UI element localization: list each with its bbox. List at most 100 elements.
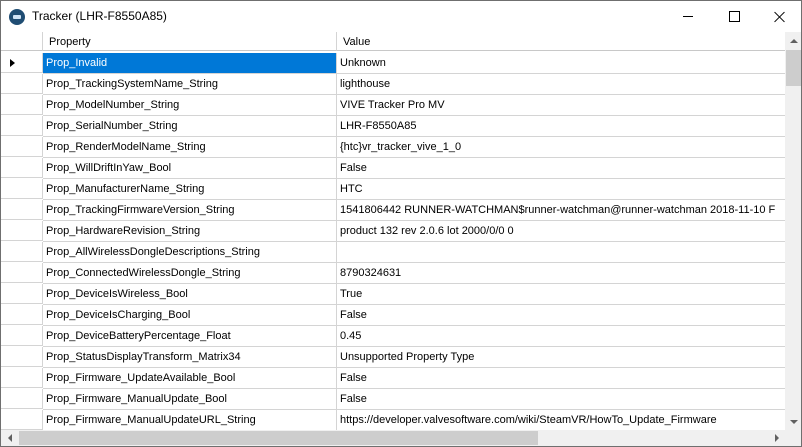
property-cell[interactable]: Prop_RenderModelName_String — [43, 137, 337, 158]
property-cell[interactable]: Prop_DeviceIsWireless_Bool — [43, 284, 337, 305]
property-cell[interactable]: Prop_Firmware_ManualUpdate_Bool — [43, 389, 337, 410]
scroll-left-button[interactable] — [1, 430, 18, 446]
value-cell[interactable]: False — [337, 158, 785, 179]
table-row[interactable]: Prop_ManufacturerName_String HTC — [1, 179, 785, 200]
scroll-up-button[interactable] — [785, 32, 801, 49]
table-row[interactable]: Prop_Firmware_ManualUpdate_Bool False — [1, 389, 785, 410]
table-row[interactable]: Prop_DeviceIsCharging_Bool False — [1, 305, 785, 326]
row-header[interactable] — [1, 116, 43, 136]
table-row[interactable]: Prop_Invalid Unknown — [1, 53, 785, 74]
table-row[interactable]: Prop_SerialNumber_String LHR-F8550A85 — [1, 116, 785, 137]
property-cell[interactable]: Prop_DeviceBatteryPercentage_Float — [43, 326, 337, 347]
row-header[interactable] — [1, 158, 43, 178]
value-cell[interactable]: HTC — [337, 179, 785, 200]
vertical-scrollbar[interactable] — [785, 32, 801, 430]
property-cell[interactable]: Prop_ManufacturerName_String — [43, 179, 337, 200]
property-cell[interactable]: Prop_SerialNumber_String — [43, 116, 337, 137]
scroll-down-button[interactable] — [785, 413, 801, 430]
property-cell[interactable]: Prop_Invalid — [43, 53, 337, 74]
minimize-button[interactable] — [665, 1, 711, 32]
property-cell[interactable]: Prop_TrackingSystemName_String — [43, 74, 337, 95]
value-cell[interactable]: LHR-F8550A85 — [337, 116, 785, 137]
value-cell[interactable]: Unsupported Property Type — [337, 347, 785, 368]
value-cell[interactable]: False — [337, 305, 785, 326]
table-row[interactable]: Prop_TrackingFirmwareVersion_String 15418… — [1, 200, 785, 221]
row-header[interactable] — [1, 53, 43, 73]
column-header-property[interactable]: Property — [43, 32, 337, 51]
close-button[interactable] — [757, 1, 801, 32]
value-cell[interactable]: https://developer.valvesoftware.com/wiki… — [337, 410, 785, 430]
table-row[interactable]: Prop_RenderModelName_String {htc}vr_track… — [1, 137, 785, 158]
property-cell[interactable]: Prop_HardwareRevision_String — [43, 221, 337, 242]
scroll-down-arrow-icon — [789, 419, 798, 424]
property-cell[interactable]: Prop_Firmware_UpdateAvailable_Bool — [43, 368, 337, 389]
property-cell[interactable]: Prop_Firmware_ManualUpdateURL_String — [43, 410, 337, 430]
column-header-value[interactable]: Value — [337, 32, 785, 51]
title-bar[interactable]: Tracker (LHR-F8550A85) — [1, 1, 801, 32]
value-cell[interactable] — [337, 242, 785, 263]
table-row[interactable]: Prop_TrackingSystemName_String lighthouse — [1, 74, 785, 95]
tracker-window: Tracker (LHR-F8550A85) Property Value Pr… — [0, 0, 802, 447]
property-grid[interactable]: Property Value Prop_Invalid Unknown Prop_T… — [1, 32, 785, 430]
row-header[interactable] — [1, 179, 43, 199]
value-cell[interactable]: VIVE Tracker Pro MV — [337, 95, 785, 116]
window-title: Tracker (LHR-F8550A85) — [32, 9, 167, 23]
table-row[interactable]: Prop_WillDriftInYaw_Bool False — [1, 158, 785, 179]
table-row[interactable]: Prop_HardwareRevision_String product 132 … — [1, 221, 785, 242]
maximize-button[interactable] — [711, 1, 757, 32]
row-header[interactable] — [1, 242, 43, 262]
property-cell[interactable]: Prop_DeviceIsCharging_Bool — [43, 305, 337, 326]
property-cell[interactable]: Prop_ModelNumber_String — [43, 95, 337, 116]
value-cell[interactable]: 1541806442 RUNNER-WATCHMAN$runner-watchm… — [337, 200, 785, 221]
value-cell[interactable]: True — [337, 284, 785, 305]
size-grip[interactable] — [785, 430, 801, 446]
value-cell[interactable]: 8790324631 — [337, 263, 785, 284]
table-row[interactable]: Prop_AllWirelessDongleDescriptions_Strin… — [1, 242, 785, 263]
vertical-scroll-thumb[interactable] — [786, 50, 801, 86]
scroll-right-button[interactable] — [768, 430, 785, 446]
row-header[interactable] — [1, 326, 43, 346]
table-row[interactable]: Prop_DeviceIsWireless_Bool True — [1, 284, 785, 305]
value-cell[interactable]: Unknown — [337, 53, 785, 74]
table-row[interactable]: Prop_ConnectedWirelessDongle_String 87903… — [1, 263, 785, 284]
table-row[interactable]: Prop_Firmware_ManualUpdateURL_String http… — [1, 410, 785, 430]
horizontal-scrollbar[interactable] — [1, 430, 785, 446]
minimize-icon — [683, 16, 693, 17]
row-header[interactable] — [1, 200, 43, 220]
property-cell[interactable]: Prop_TrackingFirmwareVersion_String — [43, 200, 337, 221]
value-cell[interactable]: lighthouse — [337, 74, 785, 95]
row-header[interactable] — [1, 263, 43, 283]
table-row[interactable]: Prop_StatusDisplayTransform_Matrix34 Unsu… — [1, 347, 785, 368]
maximize-icon — [728, 11, 740, 22]
value-cell[interactable]: product 132 rev 2.0.6 lot 2000/0/0 0 — [337, 221, 785, 242]
value-cell[interactable]: {htc}vr_tracker_vive_1_0 — [337, 137, 785, 158]
row-header[interactable] — [1, 95, 43, 115]
scroll-left-arrow-icon — [7, 434, 12, 442]
row-header[interactable] — [1, 389, 43, 409]
row-header[interactable] — [1, 347, 43, 367]
scroll-up-arrow-icon — [789, 38, 798, 43]
tracker-app-icon — [9, 9, 25, 25]
row-header[interactable] — [1, 284, 43, 304]
property-cell[interactable]: Prop_AllWirelessDongleDescriptions_Strin… — [43, 242, 337, 263]
value-cell[interactable]: 0.45 — [337, 326, 785, 347]
row-header[interactable] — [1, 74, 43, 94]
value-cell[interactable]: False — [337, 389, 785, 410]
horizontal-scroll-thumb[interactable] — [19, 431, 538, 445]
row-header[interactable] — [1, 305, 43, 325]
value-cell[interactable]: False — [337, 368, 785, 389]
property-cell[interactable]: Prop_WillDriftInYaw_Bool — [43, 158, 337, 179]
property-cell[interactable]: Prop_ConnectedWirelessDongle_String — [43, 263, 337, 284]
current-row-arrow-icon — [10, 59, 15, 67]
row-header[interactable] — [1, 368, 43, 388]
header-corner[interactable] — [1, 32, 43, 51]
table-row[interactable]: Prop_DeviceBatteryPercentage_Float 0.45 — [1, 326, 785, 347]
property-cell[interactable]: Prop_StatusDisplayTransform_Matrix34 — [43, 347, 337, 368]
row-header[interactable] — [1, 410, 43, 430]
row-header[interactable] — [1, 137, 43, 157]
column-header-row: Property Value — [1, 32, 785, 52]
row-header[interactable] — [1, 221, 43, 241]
scroll-right-arrow-icon — [774, 434, 779, 442]
table-row[interactable]: Prop_Firmware_UpdateAvailable_Bool False — [1, 368, 785, 389]
table-row[interactable]: Prop_ModelNumber_String VIVE Tracker Pro … — [1, 95, 785, 116]
